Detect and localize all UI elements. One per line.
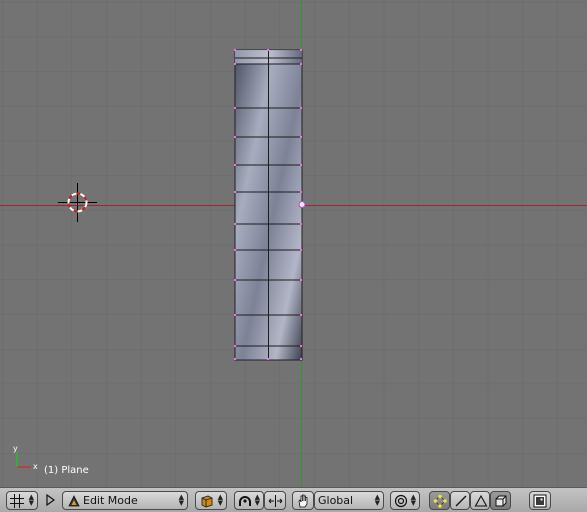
selected-vertex[interactable]: [298, 201, 306, 208]
face-select-button[interactable]: [470, 491, 490, 510]
3d-viewport[interactable]: x y (1) Plane: [0, 0, 587, 487]
view-menu-arrows-icon: ▲ ▼: [28, 493, 34, 507]
object-name-label: (1) Plane: [44, 465, 89, 476]
mode-select[interactable]: Edit Mode ▲ ▼: [62, 491, 188, 510]
proportional-edit-icon: [239, 496, 251, 506]
edge-select-icon: [455, 495, 467, 507]
render-image-button[interactable]: [529, 491, 551, 510]
edge-select-button[interactable]: [450, 491, 470, 510]
face-select-icon: [474, 494, 488, 507]
pivot-arrows-icon: ▲ ▼: [410, 493, 416, 507]
render-image-icon: [533, 494, 547, 508]
manipulator-hand-icon: [298, 494, 308, 508]
viewport-canvas[interactable]: x y: [0, 0, 587, 487]
manipulator-button[interactable]: [292, 491, 314, 510]
orientation-select[interactable]: Global ▲ ▼: [314, 491, 384, 510]
pivot-select[interactable]: ▲ ▼: [390, 491, 420, 510]
vertex-select-button[interactable]: [429, 491, 450, 510]
mesh-object[interactable]: [234, 49, 306, 361]
axis-y-label: y: [13, 444, 18, 453]
orientation-select-arrows-icon: ▲ ▼: [374, 493, 380, 507]
draw-type-select[interactable]: ▲ ▼: [195, 491, 227, 510]
grid-view-icon: [10, 494, 24, 508]
mode-select-label: Edit Mode: [83, 494, 138, 507]
proportional-edit-select[interactable]: ▲ ▼: [234, 491, 264, 510]
mode-icon: [68, 495, 80, 507]
vertex-select-icon: [433, 494, 447, 508]
header-triangle-icon[interactable]: [46, 494, 55, 506]
mirror-button[interactable]: [264, 491, 286, 510]
proportional-edit-arrows-icon: ▲ ▼: [254, 493, 260, 507]
view-menu-button[interactable]: ▲ ▼: [6, 491, 38, 510]
draw-type-icon: [201, 495, 213, 508]
orientation-select-label: Global: [318, 494, 354, 507]
mirror-icon: [268, 495, 283, 507]
occlude-button[interactable]: [490, 491, 511, 510]
viewport-header: ▲ ▼ Edit Mode ▲ ▼ ▲ ▼ ▲ ▼ Global ▲ ▼ ▲ ▼: [0, 487, 587, 512]
mode-select-arrows-icon: ▲ ▼: [178, 493, 184, 507]
pivot-icon: [394, 494, 408, 508]
axis-x-label: x: [33, 462, 38, 471]
occlude-icon: [495, 495, 507, 507]
draw-type-arrows-icon: ▲ ▼: [217, 493, 223, 507]
